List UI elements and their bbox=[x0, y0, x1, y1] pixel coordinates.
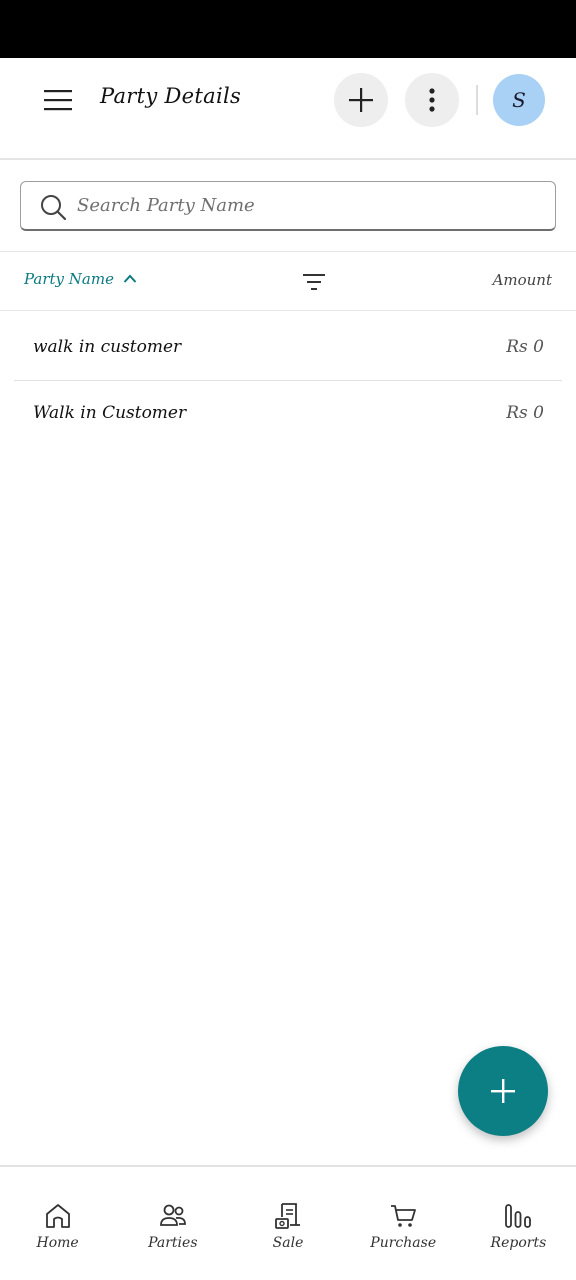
party-name: Walk in Customer bbox=[33, 403, 187, 423]
nav-parties-label: Parties bbox=[148, 1235, 198, 1251]
list-header: Party Name Amount bbox=[0, 251, 576, 311]
party-name: walk in customer bbox=[33, 337, 182, 357]
search-icon bbox=[41, 195, 67, 221]
nav-purchase-label: Purchase bbox=[370, 1235, 437, 1251]
avatar[interactable]: S bbox=[493, 74, 545, 126]
page-title: Party Details bbox=[100, 84, 242, 108]
nav-purchase[interactable]: Purchase bbox=[346, 1167, 461, 1280]
hamburger-menu-icon bbox=[44, 90, 72, 111]
menu-button[interactable] bbox=[30, 78, 86, 122]
party-amount: Rs 0 bbox=[506, 403, 544, 423]
party-name-column-label: Party Name bbox=[24, 270, 114, 288]
sort-by-name-button[interactable]: Party Name bbox=[24, 270, 137, 288]
plus-icon bbox=[491, 1079, 515, 1103]
status-bar bbox=[0, 0, 576, 58]
nav-reports[interactable]: Reports bbox=[461, 1167, 576, 1280]
nav-sale[interactable]: Sale bbox=[230, 1167, 345, 1280]
party-amount: Rs 0 bbox=[506, 337, 544, 357]
amount-column-label: Amount bbox=[492, 271, 552, 289]
add-party-fab[interactable] bbox=[458, 1046, 548, 1136]
cart-icon bbox=[391, 1205, 417, 1227]
nav-parties[interactable]: Parties bbox=[115, 1167, 230, 1280]
home-icon bbox=[45, 1204, 70, 1228]
sale-receipt-icon bbox=[275, 1203, 300, 1229]
search-input[interactable] bbox=[77, 182, 537, 228]
chevron-up-icon bbox=[123, 274, 137, 283]
plus-icon bbox=[349, 88, 373, 112]
nav-home-label: Home bbox=[36, 1235, 79, 1251]
parties-icon bbox=[159, 1204, 186, 1226]
avatar-initial: S bbox=[512, 88, 526, 112]
vertical-dots-icon bbox=[429, 88, 435, 112]
list-item[interactable]: walk in customer Rs 0 bbox=[14, 315, 562, 381]
bottom-nav: Home Parties Sale Purchase Reports bbox=[0, 1165, 576, 1280]
nav-sale-label: Sale bbox=[272, 1235, 304, 1251]
nav-reports-label: Reports bbox=[490, 1235, 547, 1251]
filter-lines-icon[interactable] bbox=[302, 270, 326, 294]
list-item[interactable]: Walk in Customer Rs 0 bbox=[14, 381, 562, 447]
more-options-button[interactable] bbox=[405, 73, 459, 127]
nav-home[interactable]: Home bbox=[0, 1167, 115, 1280]
search-box[interactable] bbox=[20, 181, 556, 231]
toolbar-divider bbox=[476, 85, 478, 115]
app-bar: Party Details S bbox=[0, 58, 576, 160]
add-party-button[interactable] bbox=[334, 73, 388, 127]
reports-bars-icon bbox=[505, 1204, 532, 1228]
